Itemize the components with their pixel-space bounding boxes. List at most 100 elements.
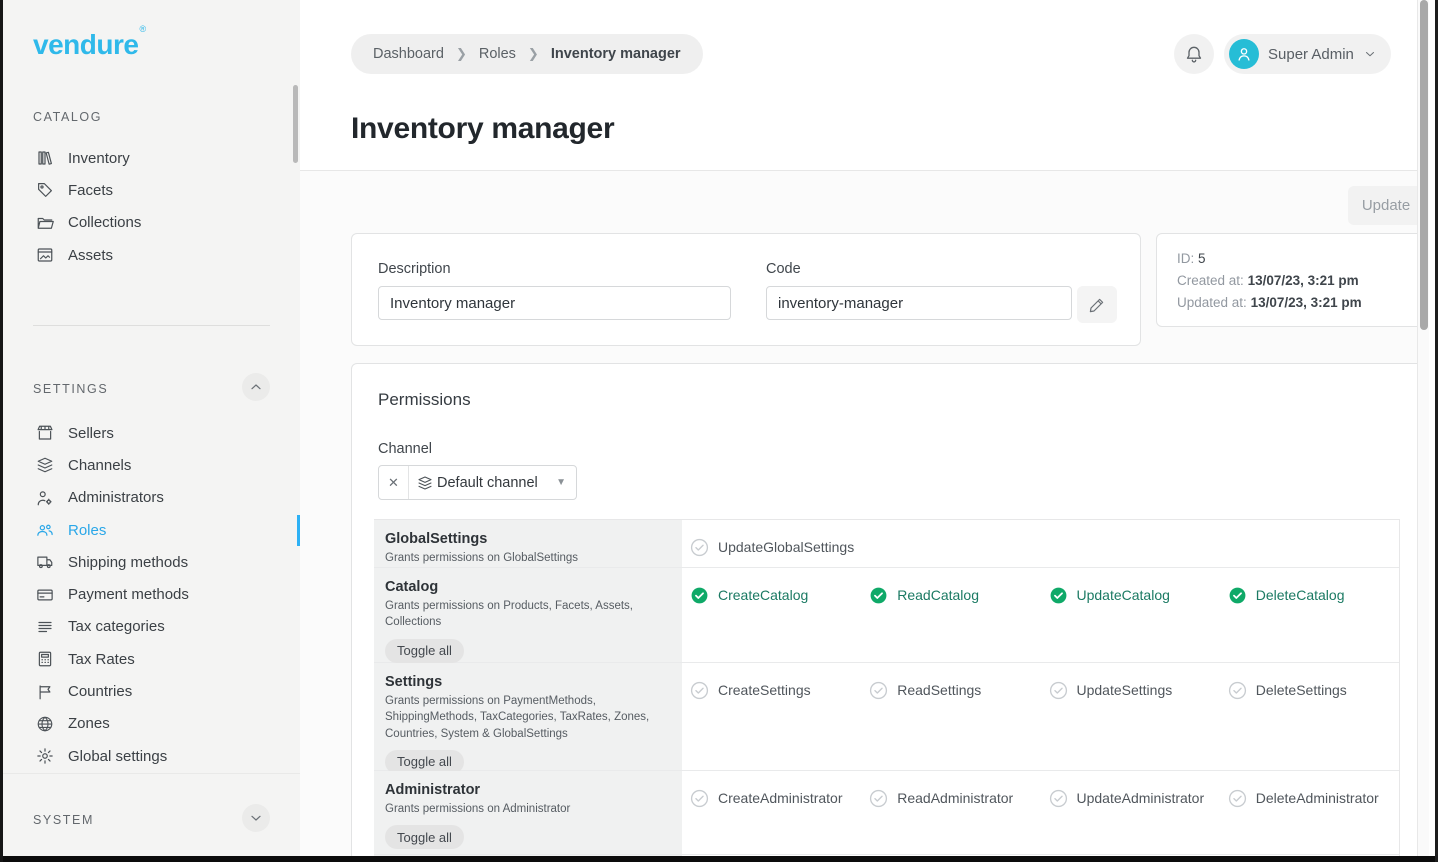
- id-value: 5: [1198, 251, 1206, 266]
- permission-label: ReadCatalog: [897, 587, 979, 603]
- check-circle-icon: [1228, 789, 1247, 808]
- permission-checkbox-createadministrator[interactable]: CreateAdministrator: [682, 784, 861, 812]
- avatar: [1229, 39, 1259, 69]
- permission-group-description: Grants permissions on Products, Facets, …: [385, 598, 667, 631]
- system-collapse-button[interactable]: [242, 804, 270, 832]
- toggle-all-button[interactable]: Toggle all: [385, 825, 464, 849]
- sidebar-item-sellers[interactable]: Sellers: [3, 417, 300, 449]
- vendure-logo[interactable]: vendure®: [33, 24, 146, 61]
- sidebar-item-assets[interactable]: Assets: [3, 239, 300, 271]
- permission-group-header: Catalog Grants permissions on Products, …: [374, 568, 682, 662]
- permission-checkbox-updateglobalsettings[interactable]: UpdateGlobalSettings: [682, 533, 861, 561]
- sidebar-item-administrators[interactable]: Administrators: [3, 482, 300, 514]
- remove-channel-icon[interactable]: ✕: [379, 466, 409, 499]
- code-label: Code: [766, 261, 1072, 277]
- permission-checkbox-readadministrator[interactable]: ReadAdministrator: [861, 784, 1040, 812]
- breadcrumb-roles[interactable]: Roles: [479, 46, 516, 62]
- permission-row-catalog: Catalog Grants permissions on Products, …: [374, 568, 1399, 663]
- permission-group-name: Catalog: [385, 579, 668, 595]
- active-item-indicator: [297, 515, 301, 546]
- permission-label: CreateAdministrator: [718, 790, 843, 806]
- channel-select[interactable]: ✕ Default channel ▼: [378, 465, 577, 500]
- permission-group-header: GlobalSettings Grants permissions on Glo…: [374, 520, 682, 567]
- permission-checkbox-createsettings[interactable]: CreateSettings: [682, 676, 861, 704]
- code-input[interactable]: [766, 286, 1072, 320]
- settings-section-header: SETTINGS: [3, 375, 300, 403]
- check-circle-icon: [1049, 681, 1068, 700]
- check-circle-icon: [690, 586, 709, 605]
- permission-checkbox-updatecatalog[interactable]: UpdateCatalog: [1041, 581, 1220, 609]
- permission-group-name: GlobalSettings: [385, 531, 668, 547]
- permission-label: DeleteSettings: [1256, 682, 1347, 698]
- settings-collapse-button[interactable]: [242, 373, 270, 401]
- main-content: Dashboard ❯ Roles ❯ Inventory manager Su…: [300, 0, 1429, 856]
- permission-group-header: Settings Grants permissions on PaymentMe…: [374, 663, 682, 770]
- edit-code-button[interactable]: [1077, 286, 1117, 323]
- sidebar-item-label: Shipping methods: [68, 554, 188, 571]
- page-scrollbar[interactable]: [1417, 0, 1429, 856]
- check-circle-icon: [869, 681, 888, 700]
- permission-label: UpdateAdministrator: [1077, 790, 1205, 806]
- entity-info-card: ID: 5 Created at: 13/07/23, 3:21 pm Upda…: [1156, 233, 1423, 327]
- channel-label: Channel: [378, 441, 432, 457]
- check-circle-icon: [690, 681, 709, 700]
- notifications-button[interactable]: [1174, 34, 1214, 74]
- tax-categories-icon: [36, 618, 54, 636]
- update-button[interactable]: Update: [1348, 186, 1424, 225]
- permission-items: CreateCatalog ReadCatalog UpdateCatalog: [682, 568, 1399, 662]
- sidebar-item-tax-categories[interactable]: Tax categories: [3, 611, 300, 643]
- sidebar-item-label: Collections: [68, 214, 141, 231]
- sidebar-item-collections[interactable]: Collections: [3, 207, 300, 239]
- permission-checkbox-createcatalog[interactable]: CreateCatalog: [682, 581, 861, 609]
- channel-selected-value: Default channel: [437, 475, 538, 491]
- catalog-section-header: CATALOG: [3, 103, 300, 131]
- check-circle-icon: [690, 789, 709, 808]
- sidebar-item-payment-methods[interactable]: Payment methods: [3, 578, 300, 610]
- sidebar-item-global-settings[interactable]: Global settings: [3, 740, 300, 772]
- sidebar-item-zones[interactable]: Zones: [3, 708, 300, 740]
- sidebar-item-label: Tax categories: [68, 618, 165, 635]
- page-body: Update Description Code ID: 5 Created at: [300, 170, 1429, 856]
- check-circle-icon: [1228, 681, 1247, 700]
- permissions-table: GlobalSettings Grants permissions on Glo…: [374, 519, 1400, 861]
- permission-checkbox-deletesettings[interactable]: DeleteSettings: [1220, 676, 1399, 704]
- check-circle-icon: [869, 789, 888, 808]
- sidebar-item-channels[interactable]: Channels: [3, 449, 300, 481]
- id-label: ID:: [1177, 251, 1194, 266]
- permission-group-name: Settings: [385, 674, 668, 690]
- channel-icon: [417, 475, 433, 491]
- user-menu[interactable]: Super Admin: [1224, 34, 1391, 74]
- countries-icon: [36, 683, 54, 701]
- sidebar-item-inventory[interactable]: Inventory: [3, 142, 300, 174]
- permission-group-header: Administrator Grants permissions on Admi…: [374, 771, 682, 854]
- breadcrumb-dashboard[interactable]: Dashboard: [373, 46, 444, 62]
- description-input[interactable]: [378, 286, 731, 320]
- user-name: Super Admin: [1268, 46, 1354, 63]
- system-section: SYSTEM: [3, 773, 300, 856]
- catalog-section-label: CATALOG: [3, 110, 102, 124]
- sidebar-item-tax-rates[interactable]: Tax Rates: [3, 643, 300, 675]
- permission-checkbox-updatesettings[interactable]: UpdateSettings: [1041, 676, 1220, 704]
- permission-label: DeleteCatalog: [1256, 587, 1345, 603]
- system-section-label: SYSTEM: [3, 813, 94, 827]
- permission-checkbox-readsettings[interactable]: ReadSettings: [861, 676, 1040, 704]
- permission-checkbox-deletecatalog[interactable]: DeleteCatalog: [1220, 581, 1399, 609]
- toggle-all-button[interactable]: Toggle all: [385, 639, 464, 663]
- shipping-icon: [36, 553, 54, 571]
- page-scrollbar-thumb[interactable]: [1420, 0, 1428, 330]
- sidebar-item-roles[interactable]: Roles: [3, 514, 300, 546]
- sidebar-item-shipping-methods[interactable]: Shipping methods: [3, 546, 300, 578]
- sidebar-item-label: Administrators: [68, 489, 164, 506]
- check-circle-icon: [1049, 586, 1068, 605]
- permission-checkbox-updateadministrator[interactable]: UpdateAdministrator: [1041, 784, 1220, 812]
- description-label: Description: [378, 261, 731, 277]
- permission-checkbox-deleteadministrator[interactable]: DeleteAdministrator: [1220, 784, 1399, 812]
- permission-items: UpdateGlobalSettings: [682, 520, 1399, 567]
- sidebar-item-label: Payment methods: [68, 586, 189, 603]
- tax-rates-icon: [36, 650, 54, 668]
- permission-checkbox-readcatalog[interactable]: ReadCatalog: [861, 581, 1040, 609]
- sidebar-item-facets[interactable]: Facets: [3, 174, 300, 206]
- sidebar-item-countries[interactable]: Countries: [3, 675, 300, 707]
- page-title: Inventory manager: [351, 112, 614, 146]
- sidebar-item-label: Facets: [68, 182, 113, 199]
